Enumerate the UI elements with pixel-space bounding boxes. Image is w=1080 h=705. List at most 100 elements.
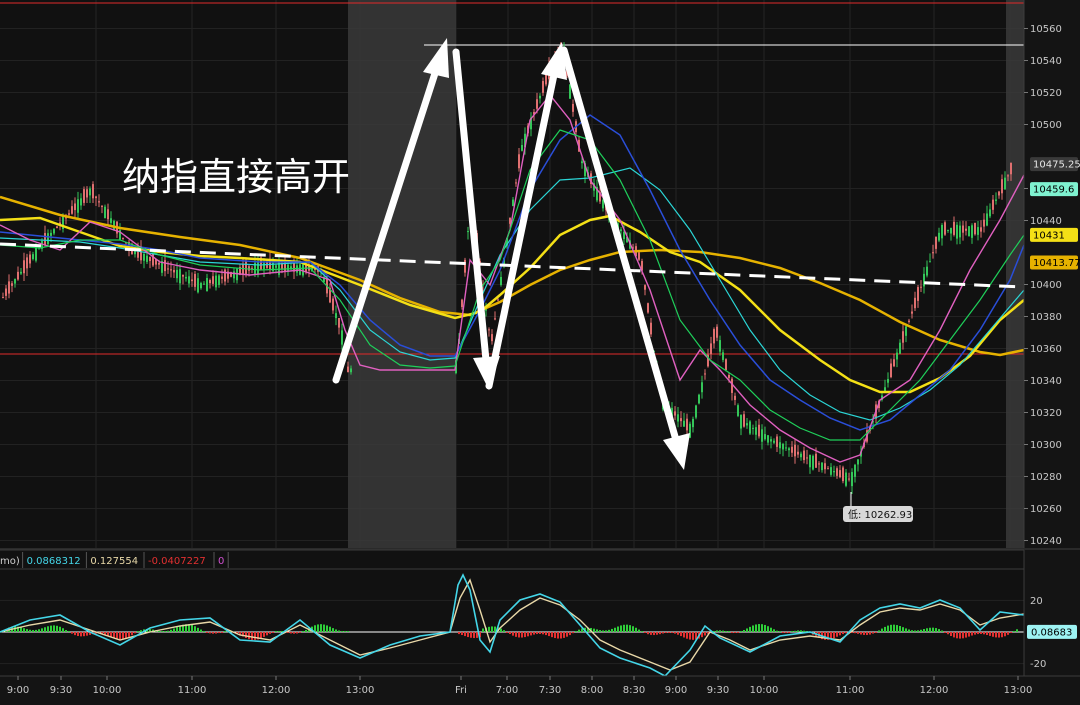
candle-body (788, 448, 790, 451)
histogram-bar (626, 624, 628, 632)
histogram-bar (938, 629, 940, 632)
histogram-bar (674, 632, 676, 634)
histogram-bar (176, 627, 178, 632)
candle-body (101, 205, 103, 207)
histogram-bar (908, 629, 910, 632)
candle-body (542, 81, 544, 93)
histogram-bar (755, 624, 757, 632)
histogram-bar (725, 631, 727, 632)
histogram-bar (194, 626, 196, 632)
candle-body (182, 274, 184, 277)
candle-body (242, 264, 244, 276)
candle-body (104, 206, 106, 219)
indicator-axis[interactable] (1024, 550, 1080, 676)
candle-body (824, 463, 826, 470)
price-tick-label: 10520 (1030, 88, 1062, 99)
candle-body (887, 379, 889, 383)
candle-body (215, 275, 217, 288)
histogram-bar (74, 632, 76, 636)
candle-body (764, 434, 766, 440)
session-shade-current (1006, 0, 1024, 548)
price-tick-label: 10320 (1030, 408, 1062, 419)
histogram-bar (800, 630, 802, 632)
candle-body (191, 279, 193, 282)
histogram-bar (527, 632, 529, 637)
candle-body (755, 427, 757, 435)
histogram-bar (680, 632, 682, 637)
candle-body (785, 447, 787, 449)
candle-body (5, 288, 7, 296)
histogram-bar (578, 629, 580, 632)
price-axis[interactable] (1024, 0, 1080, 548)
candle-body (350, 368, 352, 373)
histogram-bar (980, 632, 982, 634)
histogram-bar (482, 628, 484, 632)
candle-body (107, 209, 109, 220)
histogram-bar (596, 629, 598, 632)
candle-body (713, 329, 715, 344)
histogram-bar (605, 630, 607, 632)
chart-canvas[interactable]: 纳指直接高开 低: 10262.93 10560 10540 10520 10500 1… (0, 0, 1080, 705)
candle-body (932, 252, 934, 254)
histogram-bar (770, 627, 772, 632)
histogram-bar (554, 632, 556, 639)
candle-body (143, 253, 145, 261)
histogram-bar (317, 624, 319, 632)
indicator-tag-label: 0.08683 (1031, 627, 1072, 638)
histogram-bar (863, 632, 865, 635)
time-tick-label: 13:00 (346, 685, 375, 696)
candle-body (1007, 175, 1009, 177)
histogram-bar (506, 632, 508, 633)
candle-body (164, 260, 166, 272)
candle-body (176, 269, 178, 279)
histogram-bar (902, 627, 904, 632)
candle-body (83, 189, 85, 203)
time-tick-label: 10:00 (750, 685, 779, 696)
price-tick-label: 10540 (1030, 56, 1062, 67)
candle-body (2, 297, 4, 299)
candle-body (89, 188, 91, 196)
histogram-bar (743, 629, 745, 632)
indicator-value: 0 (218, 556, 224, 567)
price-tick-label: 10560 (1030, 24, 1062, 35)
histogram-bar (119, 632, 121, 640)
histogram-bar (884, 626, 886, 632)
time-tick-label: 10:00 (93, 685, 122, 696)
histogram-bar (692, 632, 694, 640)
candle-body (692, 418, 694, 428)
price-tick-label: 10240 (1030, 536, 1062, 547)
candle-body (857, 459, 859, 465)
histogram-bar (941, 630, 943, 632)
histogram-bar (950, 632, 952, 636)
candle-body (341, 330, 343, 345)
histogram-bar (56, 625, 58, 632)
histogram-bar (842, 632, 844, 635)
histogram-bar (44, 627, 46, 632)
low-label: 低: 10262.93 (848, 508, 912, 521)
candle-body (1004, 177, 1006, 190)
time-tick-label: 11:00 (836, 685, 865, 696)
histogram-bar (773, 629, 775, 632)
histogram-bar (1016, 629, 1018, 632)
histogram-bar (293, 632, 295, 634)
histogram-bar (86, 632, 88, 636)
candle-body (77, 199, 79, 213)
candle-body (920, 286, 922, 288)
histogram-bar (968, 632, 970, 637)
candle-body (536, 99, 538, 109)
indicator-value: mo) (0, 556, 20, 567)
histogram-bar (782, 632, 784, 633)
histogram-bar (854, 632, 856, 634)
histogram-bar (488, 626, 490, 632)
candle-body (494, 318, 496, 320)
histogram-bar (860, 632, 862, 635)
histogram-bar (602, 630, 604, 632)
candle-body (263, 262, 265, 270)
candle-body (734, 395, 736, 400)
candle-body (899, 342, 901, 354)
histogram-bar (896, 625, 898, 632)
candle-body (833, 471, 835, 473)
histogram-bar (71, 632, 73, 634)
histogram-bar (509, 632, 511, 635)
histogram-bar (575, 631, 577, 632)
